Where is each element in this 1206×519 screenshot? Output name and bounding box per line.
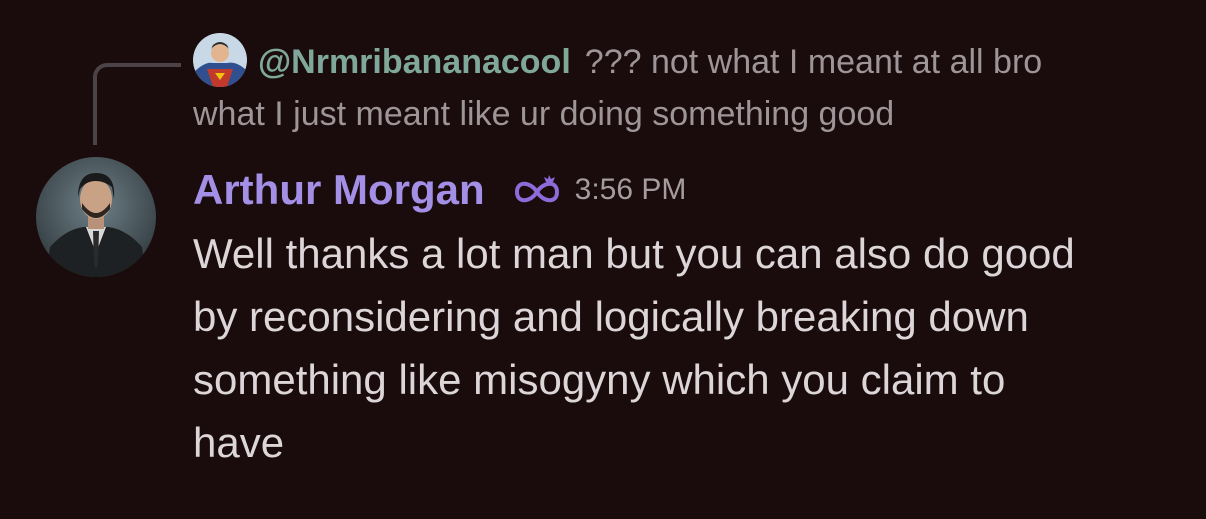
author-avatar[interactable] bbox=[36, 157, 156, 277]
message-line: have bbox=[193, 419, 285, 466]
suited-man-avatar-icon bbox=[36, 157, 156, 277]
infinity-nitro-icon[interactable] bbox=[509, 172, 565, 208]
author-name[interactable]: Arthur Morgan bbox=[193, 166, 485, 214]
chat-message: @Nrmribananacool ??? not what I meant at … bbox=[0, 0, 1206, 519]
message-timestamp: 3:56 PM bbox=[574, 173, 687, 206]
reply-avatar[interactable] bbox=[193, 33, 247, 87]
message-content: Well thanks a lot man but you can also d… bbox=[193, 222, 1183, 474]
message-header: Arthur Morgan 3:56 PM bbox=[193, 162, 686, 218]
message-line: by reconsidering and logically breaking … bbox=[193, 293, 1029, 340]
reply-mention[interactable]: @Nrmribananacool bbox=[258, 43, 571, 81]
message-line: Well thanks a lot man but you can also d… bbox=[193, 230, 1075, 277]
reply-text: ??? not what I meant at all bro bbox=[584, 43, 1043, 81]
reply-text-continued: what I just meant like ur doing somethin… bbox=[193, 95, 895, 133]
reply-preview[interactable]: @Nrmribananacool ??? not what I meant at … bbox=[258, 38, 1042, 86]
reply-connector-line bbox=[93, 63, 181, 145]
message-line: something like misogyny which you claim … bbox=[193, 356, 1006, 403]
superhero-avatar-icon bbox=[193, 33, 247, 87]
